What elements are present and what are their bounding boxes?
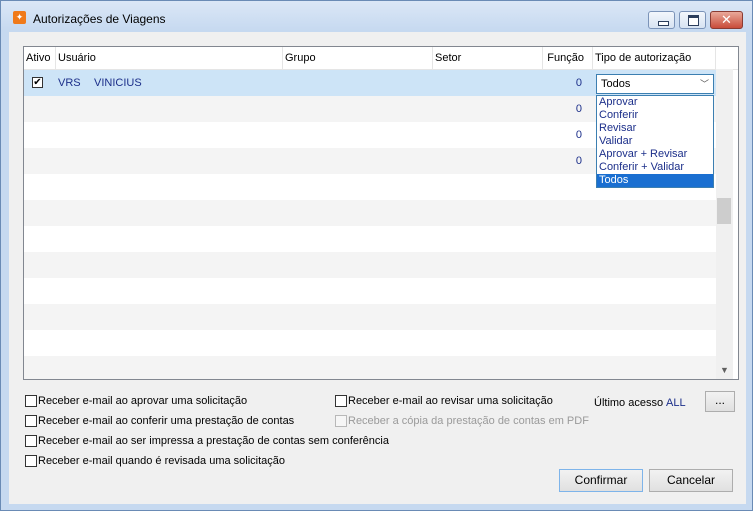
copia-pdf-label: Receber a cópia da prestação de contas e… — [348, 415, 589, 427]
ativo-checkbox[interactable]: ✔ — [32, 77, 43, 88]
tipo-selected-value: Todos — [601, 78, 631, 90]
email-revisar-checkbox[interactable] — [335, 395, 347, 407]
funcao-value: 0 — [575, 155, 582, 167]
copia-pdf-checkbox[interactable] — [335, 415, 347, 427]
col-ativo[interactable]: Ativo — [24, 47, 56, 69]
table-row[interactable] — [24, 356, 716, 379]
scrollbar-thumb[interactable] — [717, 198, 731, 224]
option-todos[interactable]: Todos — [597, 174, 713, 187]
col-usuario[interactable]: Usuário — [56, 47, 283, 69]
table-row[interactable] — [24, 252, 716, 278]
ultimo-acesso-value: ALL — [666, 397, 686, 409]
funcao-value: 0 — [575, 103, 582, 115]
chevron-down-icon[interactable]: ﹀ — [700, 75, 709, 93]
close-button[interactable]: ✕ — [710, 11, 743, 29]
window-title: Autorizações de Viagens — [33, 12, 166, 26]
email-aprovar-label: Receber e-mail ao aprovar uma solicitaçã… — [38, 395, 248, 407]
option-aprovar-revisar[interactable]: Aprovar + Revisar — [597, 148, 713, 161]
email-conferir-label: Receber e-mail ao conferir uma prestação… — [38, 415, 295, 427]
table-row[interactable] — [24, 304, 716, 330]
col-tipo-autorizacao[interactable]: Tipo de autorização — [593, 47, 716, 69]
tipo-autorizacao-select[interactable]: Todos ﹀ — [596, 74, 714, 94]
email-impressa-label: Receber e-mail ao ser impressa a prestaç… — [38, 435, 389, 447]
option-validar[interactable]: Validar — [597, 135, 713, 148]
col-setor[interactable]: Setor — [433, 47, 543, 69]
title-bar: ✦ Autorizações de Viagens ✕ — [1, 1, 752, 31]
email-revisada-checkbox[interactable] — [25, 455, 37, 467]
vertical-scrollbar[interactable]: ▼ — [716, 69, 733, 379]
grid-header: Ativo Usuário Grupo Setor Função Tipo de… — [24, 47, 738, 70]
maximize-button[interactable] — [679, 11, 706, 29]
email-aprovar-checkbox[interactable] — [25, 395, 37, 407]
client-area: Ativo Usuário Grupo Setor Função Tipo de… — [9, 32, 746, 504]
usuario-code: VRS — [58, 77, 81, 89]
scroll-down-icon[interactable]: ▼ — [716, 362, 733, 379]
option-aprovar[interactable]: Aprovar — [597, 96, 713, 109]
tipo-autorizacao-dropdown: Aprovar Conferir Revisar Validar Aprovar… — [596, 95, 714, 188]
table-row[interactable] — [24, 330, 716, 356]
ultimo-acesso-button[interactable]: ... — [705, 391, 735, 412]
minimize-button[interactable] — [648, 11, 675, 29]
maximize-icon — [688, 15, 699, 26]
email-impressa-checkbox[interactable] — [25, 435, 37, 447]
table-row[interactable] — [24, 278, 716, 304]
app-icon: ✦ — [13, 11, 26, 24]
email-conferir-checkbox[interactable] — [25, 415, 37, 427]
users-grid: Ativo Usuário Grupo Setor Função Tipo de… — [23, 46, 739, 380]
funcao-value: 0 — [575, 129, 582, 141]
email-revisar-label: Receber e-mail ao revisar uma solicitaçã… — [348, 395, 553, 407]
minimize-icon — [658, 21, 669, 26]
table-row[interactable] — [24, 200, 716, 226]
col-grupo[interactable]: Grupo — [283, 47, 433, 69]
close-icon: ✕ — [721, 12, 732, 27]
ultimo-acesso-label: Último acesso — [594, 397, 664, 409]
main-window: ✦ Autorizações de Viagens ✕ Ativo Usuári… — [0, 0, 753, 511]
option-revisar[interactable]: Revisar — [597, 122, 713, 135]
option-conferir[interactable]: Conferir — [597, 109, 713, 122]
confirmar-button[interactable]: Confirmar — [559, 469, 643, 492]
funcao-value: 0 — [575, 77, 582, 89]
usuario-name: VINICIUS — [94, 77, 142, 89]
table-row[interactable]: ✔ VRS VINICIUS 0 Todos ﹀ — [24, 70, 716, 96]
email-revisada-label: Receber e-mail quando é revisada uma sol… — [38, 455, 286, 467]
option-conferir-validar[interactable]: Conferir + Validar — [597, 161, 713, 174]
col-funcao[interactable]: Função — [543, 47, 593, 69]
table-row[interactable] — [24, 226, 716, 252]
cancelar-button[interactable]: Cancelar — [649, 469, 733, 492]
